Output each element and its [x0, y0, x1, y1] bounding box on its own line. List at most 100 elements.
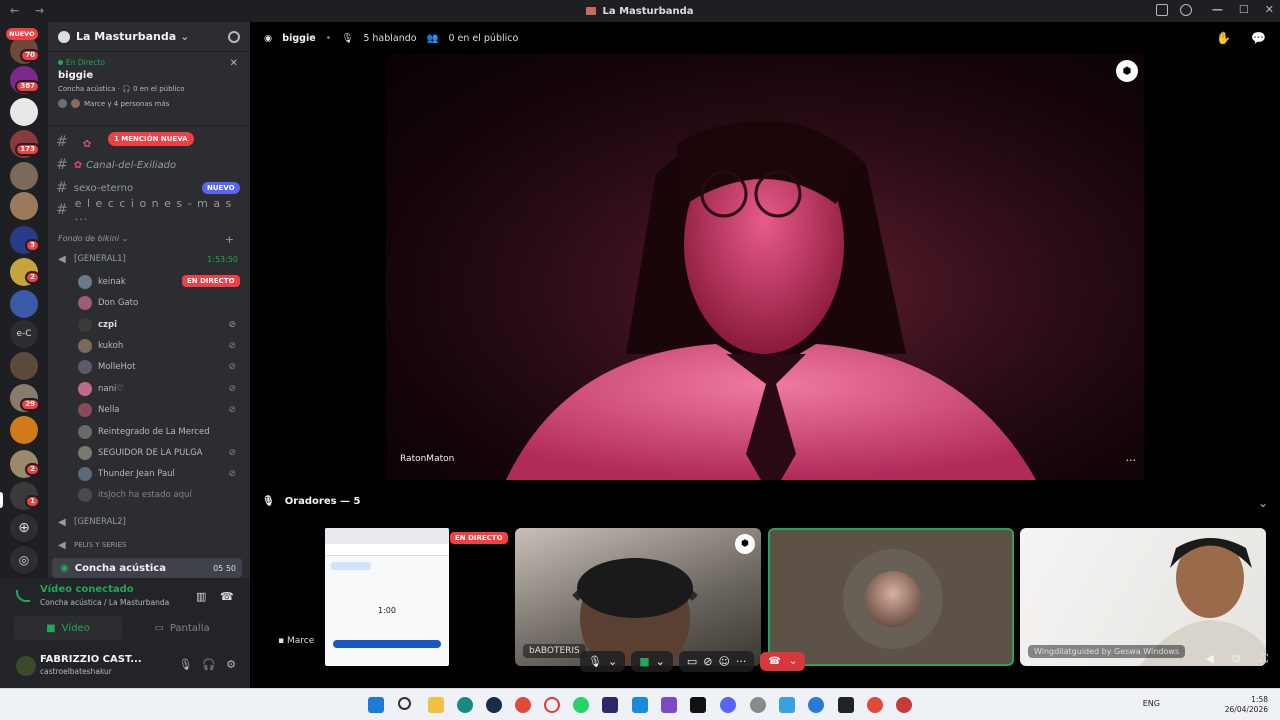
inbox-icon[interactable]	[1156, 4, 1168, 16]
close-icon[interactable]: ✕	[230, 58, 238, 69]
microphone-icon[interactable]: 🎙	[178, 658, 192, 671]
more-icon[interactable]: ···	[736, 655, 747, 668]
avatar	[78, 274, 92, 289]
screen-share-button[interactable]: ▭ Pantalla	[128, 616, 236, 640]
microphone-icon: 🎙	[588, 654, 602, 668]
close-button[interactable]: ✕	[1265, 3, 1274, 16]
voice-status-title[interactable]: Vídeo conectado	[40, 584, 134, 595]
vscode-icon[interactable]	[632, 697, 648, 713]
whatsapp-icon[interactable]	[573, 697, 589, 713]
chrome-icon[interactable]	[515, 697, 531, 713]
avatar	[71, 99, 80, 108]
stage-icon: ◉	[60, 562, 69, 574]
chat-icon[interactable]: 💬	[1251, 31, 1266, 45]
invite-icon[interactable]: ☺	[718, 655, 729, 668]
screen-share-icon[interactable]: ▭	[687, 655, 697, 668]
voice-channel-pelis[interactable]: ◀ PELIS Y SERIES	[58, 540, 240, 551]
notepad-icon[interactable]	[779, 697, 795, 713]
server-header[interactable]: La Masturbanda ⌄	[48, 22, 250, 52]
live-stage-panel[interactable]: En Directo biggie Concha acústica · 🎧 0 …	[48, 52, 250, 126]
more-icon[interactable]: ···	[1126, 454, 1137, 467]
headphones-icon[interactable]: 🎧	[202, 658, 216, 671]
voice-status-sub[interactable]: Concha acústica / La Masturbanda	[40, 598, 169, 607]
server-icon[interactable]	[10, 416, 38, 444]
leave-button[interactable]: ☎ ⌄	[760, 651, 806, 671]
clock[interactable]: 1:58 26/04/2026	[1225, 695, 1268, 715]
folder-icon[interactable]	[428, 697, 444, 713]
maximize-button[interactable]: ☐	[1239, 3, 1249, 16]
spotlight-video[interactable]	[386, 54, 1144, 480]
chevron-down-icon[interactable]: ⌄	[1258, 496, 1268, 510]
visual-studio-icon[interactable]	[661, 697, 677, 713]
voice-channel-general2[interactable]: ◀ [GENERAL2]	[58, 517, 240, 528]
voice-user[interactable]: Thunder Jean Paul ⊘	[78, 463, 240, 484]
category-header[interactable]: Fondo de bikini ⌄ +	[58, 233, 238, 246]
nav-arrows[interactable]: ← →	[10, 4, 50, 17]
camera-icon: ■	[46, 622, 56, 634]
spotlight-name: RatonMaton	[400, 454, 455, 464]
server-icon[interactable]	[10, 98, 38, 126]
fullscreen-icon[interactable]: ⛶	[1260, 652, 1268, 666]
windows-start-icon[interactable]	[368, 697, 384, 713]
voice-user[interactable]: keinak	[78, 271, 240, 292]
screen-share-tile[interactable]: 1:00	[325, 528, 449, 666]
avatar[interactable]	[16, 656, 36, 676]
server-icon[interactable]: e-C	[10, 320, 38, 348]
minimize-button[interactable]: —	[1212, 3, 1223, 16]
disconnect-icon[interactable]: ☎	[220, 590, 234, 603]
avatar	[78, 338, 92, 353]
popout-icon[interactable]: ⧉	[1232, 652, 1240, 666]
voice-user[interactable]: nani♡ ⊘	[78, 378, 240, 399]
progress-bar	[333, 640, 441, 648]
voice-user[interactable]: itsJoch ha estado aquí	[78, 484, 240, 505]
user-handle: castroelbateshakur	[40, 667, 112, 676]
noise-suppression-icon[interactable]: ▥	[196, 590, 206, 603]
channel-item[interactable]: # e l e c c i o n e s - m a s ...	[56, 197, 246, 223]
server-icon[interactable]	[10, 290, 38, 318]
mic-toggle[interactable]: 🎙 ⌄	[580, 650, 626, 672]
server-icon[interactable]	[10, 352, 38, 380]
help-icon[interactable]	[1180, 4, 1192, 16]
voice-channel-general1[interactable]: ◀ [GENERAL1] 1:53:50	[58, 254, 240, 265]
voice-user[interactable]: Don Gato	[78, 292, 240, 313]
mute-speakers-icon[interactable]: ⊘	[703, 655, 712, 668]
mention-badge[interactable]: 1 MENCIÓN NUEVA	[108, 132, 194, 146]
speakers-header[interactable]: 🎙 Oradores — 5	[262, 496, 361, 507]
speaker-tile[interactable]: Wingdilatguided by Geswa Windows	[1020, 528, 1266, 666]
edge-icon[interactable]	[457, 697, 473, 713]
voice-user[interactable]: Nella ⊘	[78, 399, 240, 420]
raise-hand-icon[interactable]: ✋	[1216, 31, 1231, 45]
channel-item[interactable]: # ✿ Canal-del-Exiliado	[56, 155, 246, 175]
steam-icon[interactable]	[486, 697, 502, 713]
active-stage-channel[interactable]: ◉ Concha acústica 05 50	[52, 558, 242, 578]
tiktok-icon[interactable]	[690, 697, 706, 713]
terminal-icon[interactable]	[838, 697, 854, 713]
explore-icon[interactable]: ◎	[10, 546, 38, 574]
gear-icon[interactable]: ⚙	[226, 658, 236, 671]
discord-icon[interactable]	[720, 697, 736, 713]
language-indicator[interactable]: ENG	[1143, 699, 1160, 708]
add-server-icon[interactable]: ⊕	[10, 514, 38, 542]
stage-header: ◉ biggie • 🎙 5 hablando 👥 0 en el públic…	[264, 31, 1266, 45]
settings-icon[interactable]	[750, 697, 766, 713]
new-badge: NUEVO	[6, 28, 38, 40]
opera-icon[interactable]	[544, 697, 560, 713]
server-icon[interactable]	[10, 192, 38, 220]
server-icon[interactable]	[10, 162, 38, 190]
voice-user[interactable]: kukoh ⊘	[78, 335, 240, 356]
camera-toggle[interactable]: ■ ⌄	[631, 650, 673, 672]
voice-user[interactable]: SEGUIDOR DE LA PULGA ⊘	[78, 442, 240, 463]
chrome-icon[interactable]	[867, 697, 883, 713]
volume-icon[interactable]: ◀	[1206, 652, 1214, 665]
browser-chip	[331, 562, 371, 570]
voice-user[interactable]: czpi ⊘	[78, 314, 240, 335]
messenger-icon[interactable]	[808, 697, 824, 713]
voice-user[interactable]: Reintegrado de La Merced	[78, 421, 240, 442]
video-button[interactable]: ■ Vídeo	[14, 616, 122, 640]
invite-icon[interactable]	[228, 31, 240, 43]
add-channel-icon[interactable]: +	[225, 233, 234, 246]
search-icon[interactable]	[398, 697, 411, 710]
voice-user[interactable]: MolleHot ⊘	[78, 356, 240, 377]
jetbrains-icon[interactable]	[602, 697, 618, 713]
app-icon[interactable]	[896, 697, 912, 713]
